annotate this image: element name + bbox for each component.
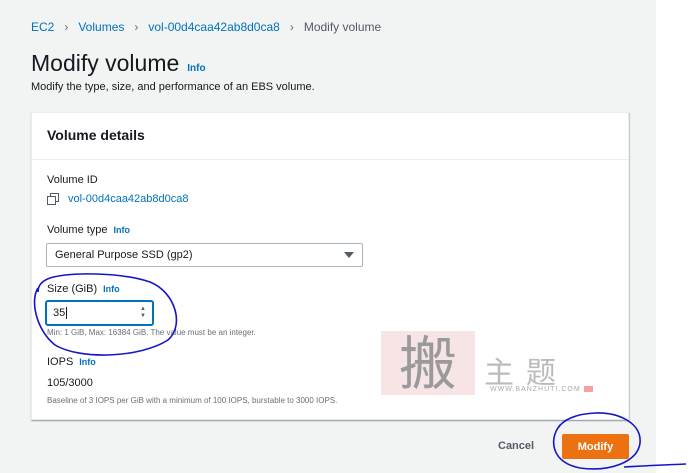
text-cursor xyxy=(66,307,68,319)
breadcrumb-link-volume[interactable]: vol-00d4caa42ab8d0ca8 xyxy=(148,20,279,34)
breadcrumb: EC2 › Volumes › vol-00d4caa42ab8d0ca8 › … xyxy=(31,20,381,34)
volume-id-row: vol-00d4caa42ab8d0ca8 xyxy=(47,193,189,205)
size-constraint-text: Min: 1 GiB, Max: 16384 GiB. The value mu… xyxy=(47,328,256,337)
iops-label: IOPS Info xyxy=(47,356,96,368)
iops-label-text: IOPS xyxy=(47,356,74,368)
size-label-text: Size (GiB) xyxy=(47,283,98,295)
breadcrumb-link-volumes[interactable]: Volumes xyxy=(78,20,124,34)
size-input-value: 35 xyxy=(53,307,66,319)
chevron-right-icon: › xyxy=(134,20,139,34)
page-title: Modify volume xyxy=(31,50,180,76)
panel-title: Volume details xyxy=(32,113,628,160)
info-link[interactable]: Info xyxy=(187,63,205,74)
volume-id-value[interactable]: vol-00d4caa42ab8d0ca8 xyxy=(68,193,189,205)
stepper-arrows-icon[interactable]: ▲ ▼ xyxy=(140,306,146,320)
volume-type-select[interactable]: General Purpose SSD (gp2) xyxy=(46,243,363,267)
copy-icon[interactable] xyxy=(47,193,59,205)
breadcrumb-link-ec2[interactable]: EC2 xyxy=(31,20,54,34)
volume-type-selected: General Purpose SSD (gp2) xyxy=(55,249,193,261)
volume-type-info-link[interactable]: Info xyxy=(114,225,131,235)
watermark-seal: 搬 xyxy=(381,330,475,398)
cancel-button[interactable]: Cancel xyxy=(498,440,534,452)
size-input[interactable]: 35 ▲ ▼ xyxy=(46,301,153,325)
page-subtitle: Modify the type, size, and performance o… xyxy=(31,81,315,93)
iops-info-link[interactable]: Info xyxy=(79,357,96,367)
volume-id-label: Volume ID xyxy=(47,174,98,186)
size-label: Size (GiB) Info xyxy=(47,283,120,295)
chevron-right-icon: › xyxy=(289,20,294,34)
page-header: Modify volume Info xyxy=(31,50,206,77)
chevron-right-icon: › xyxy=(64,20,69,34)
watermark-url: WWW.BANZHUTI.COM xyxy=(490,386,593,393)
watermark-url-text: WWW.BANZHUTI.COM xyxy=(490,386,581,393)
watermark-url-mark xyxy=(583,386,593,393)
breadcrumb-current: Modify volume xyxy=(303,20,382,34)
volume-type-label-text: Volume type xyxy=(47,224,108,236)
page-background: EC2 › Volumes › vol-00d4caa42ab8d0ca8 › … xyxy=(0,0,656,473)
size-info-link[interactable]: Info xyxy=(103,284,120,294)
caret-down-icon xyxy=(344,252,354,258)
modify-button[interactable]: Modify xyxy=(562,434,629,459)
iops-description: Baseline of 3 IOPS per GiB with a minimu… xyxy=(47,396,338,405)
volume-type-label: Volume type Info xyxy=(47,224,130,236)
iops-value: 105/3000 xyxy=(47,377,93,389)
watermark-seal-char: 搬 xyxy=(399,330,457,398)
